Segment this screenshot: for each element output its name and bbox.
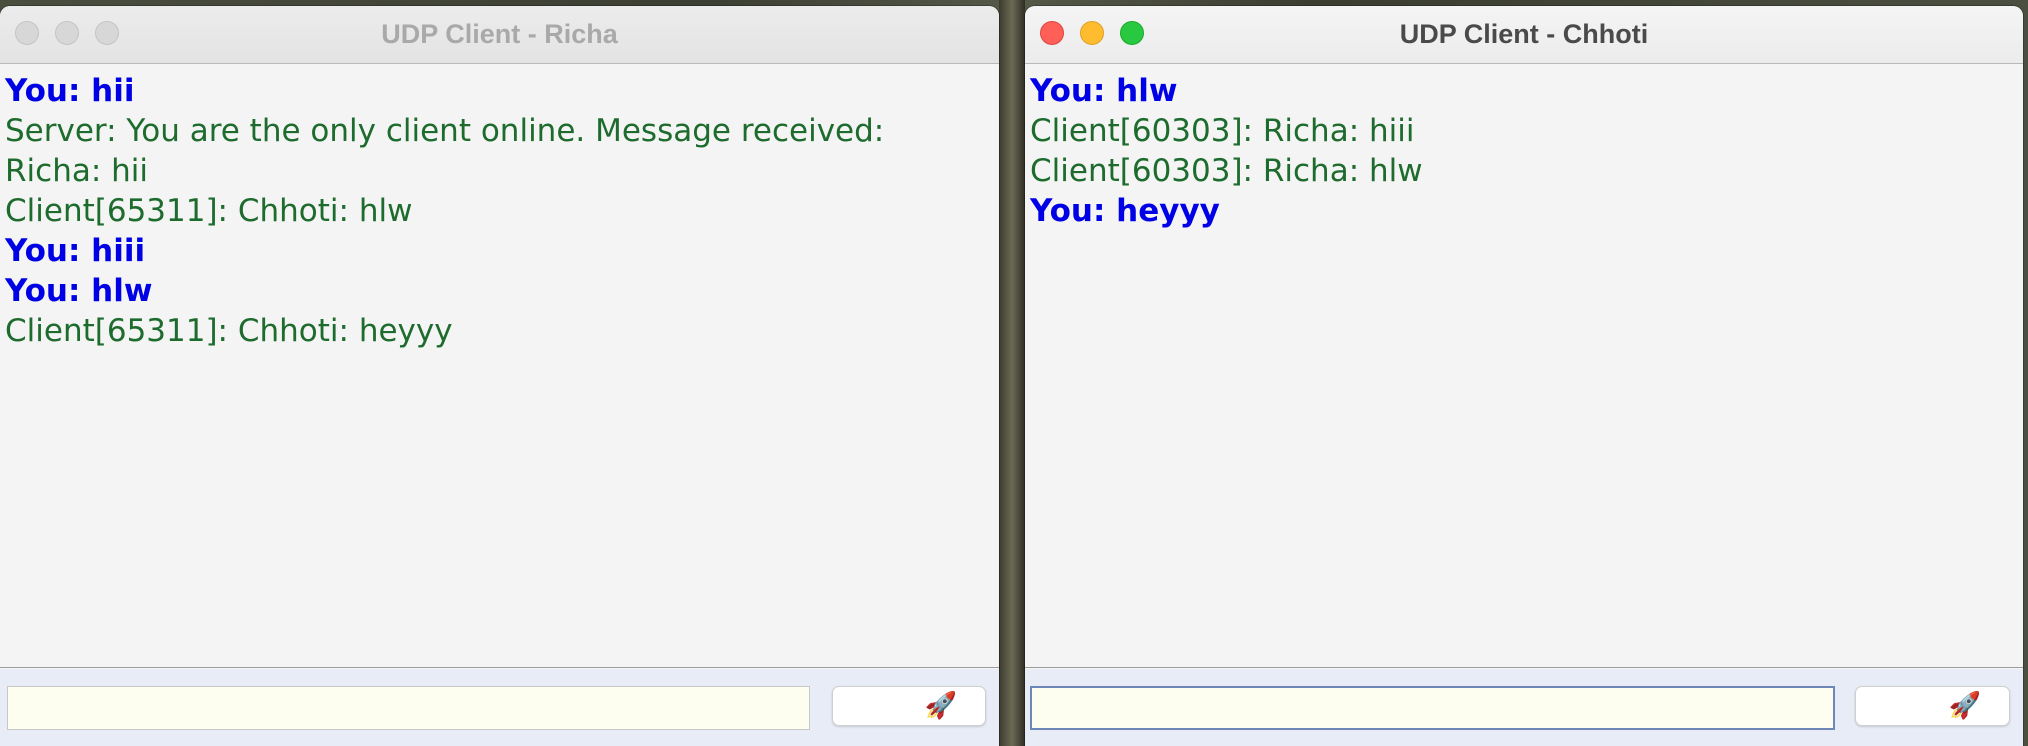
window-title: UDP Client - Richa (381, 19, 618, 49)
chat-window-richa: UDP Client - Richa You: hii Server: You … (0, 6, 999, 746)
message-item: You: hiii (5, 233, 146, 269)
message-item: You: hlw (5, 273, 153, 309)
message-item: Client[65311]: Chhoti: heyyy (5, 313, 453, 349)
rocket-icon: 🚀 (924, 691, 957, 721)
rocket-icon: 🚀 (1948, 691, 1981, 721)
chat-window-chhoti: UDP Client - Chhoti You: hlw Client[6030… (1025, 6, 2023, 746)
title-bar[interactable]: UDP Client - Chhoti (1025, 6, 2023, 64)
window-title: UDP Client - Chhoti (1399, 19, 1649, 49)
send-button[interactable]: 🚀 (832, 686, 986, 726)
message-item: Client[60303]: Richa: hlw (1030, 153, 1423, 189)
composer-bar: 🚀 (1025, 669, 2023, 746)
message-list[interactable]: You: hii Server: You are the only client… (0, 64, 999, 668)
message-input[interactable] (1030, 686, 1835, 730)
desktop-background (999, 0, 1025, 746)
message-item: Server: You are the only client online. … (5, 113, 885, 149)
title-bar[interactable]: UDP Client - Richa (0, 6, 999, 64)
message-item: You: hii (5, 73, 135, 109)
send-button[interactable]: 🚀 (1855, 686, 2010, 726)
composer-bar: 🚀 (0, 669, 999, 746)
message-item: Client[65311]: Chhoti: hlw (5, 193, 413, 229)
message-list[interactable]: You: hlw Client[60303]: Richa: hiii Clie… (1025, 64, 2023, 668)
message-item: Client[60303]: Richa: hiii (1030, 113, 1415, 149)
message-item: Richa: hii (5, 153, 149, 189)
message-item: You: hlw (1030, 73, 1178, 109)
message-input[interactable] (7, 686, 810, 730)
message-item: You: heyyy (1030, 193, 1220, 229)
